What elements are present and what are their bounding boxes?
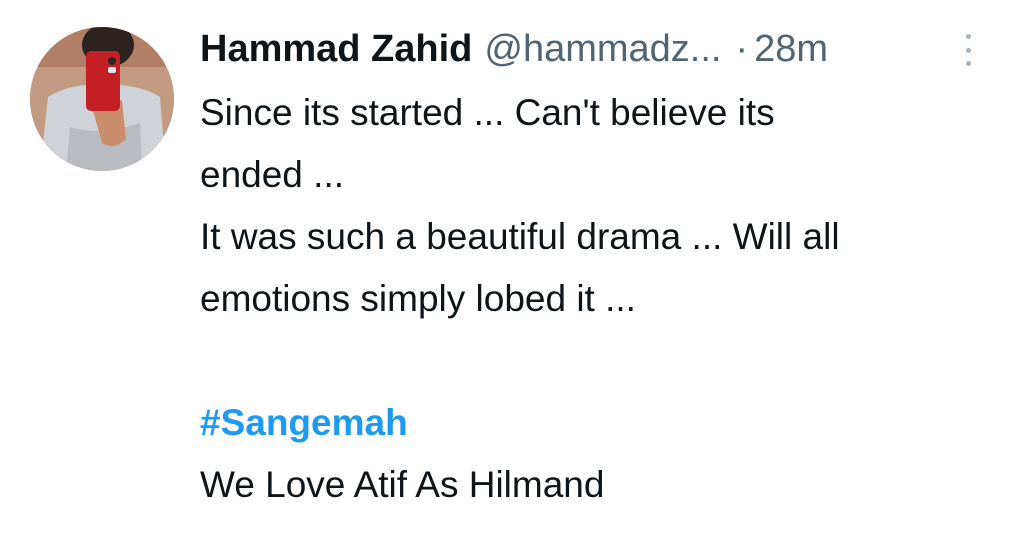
tweet[interactable]: Hammad Zahid @hammadz... · 28m Since its… <box>0 0 1024 533</box>
tweet-line: Since its started ... Can't believe its <box>200 92 775 133</box>
more-dot <box>965 34 971 39</box>
tweet-line: We Love Atif As Hilmand <box>200 464 605 505</box>
timestamp[interactable]: 28m <box>754 28 828 71</box>
more-dot <box>965 47 971 53</box>
avatar-photo <box>30 27 174 171</box>
user-handle[interactable]: @hammadz... <box>484 28 721 71</box>
hashtag-line: #Sangemah <box>200 392 1000 454</box>
tweet-line: It was such a beautiful drama ... Will a… <box>200 216 840 257</box>
tweet-line: ended ... <box>200 154 345 195</box>
more-dot <box>965 61 971 66</box>
hashtag-link[interactable]: #Sangemah <box>200 402 408 443</box>
more-options-icon[interactable] <box>958 30 978 70</box>
avatar[interactable] <box>30 27 174 171</box>
tweet-text: Since its started ... Can't believe its … <box>200 82 1000 516</box>
separator-dot: · <box>735 27 749 70</box>
tweet-line: emotions simply lobed it ... <box>200 278 636 319</box>
display-name[interactable]: Hammad Zahid <box>200 28 472 71</box>
tweet-header: Hammad Zahid @hammadz... · 28m <box>200 24 828 74</box>
